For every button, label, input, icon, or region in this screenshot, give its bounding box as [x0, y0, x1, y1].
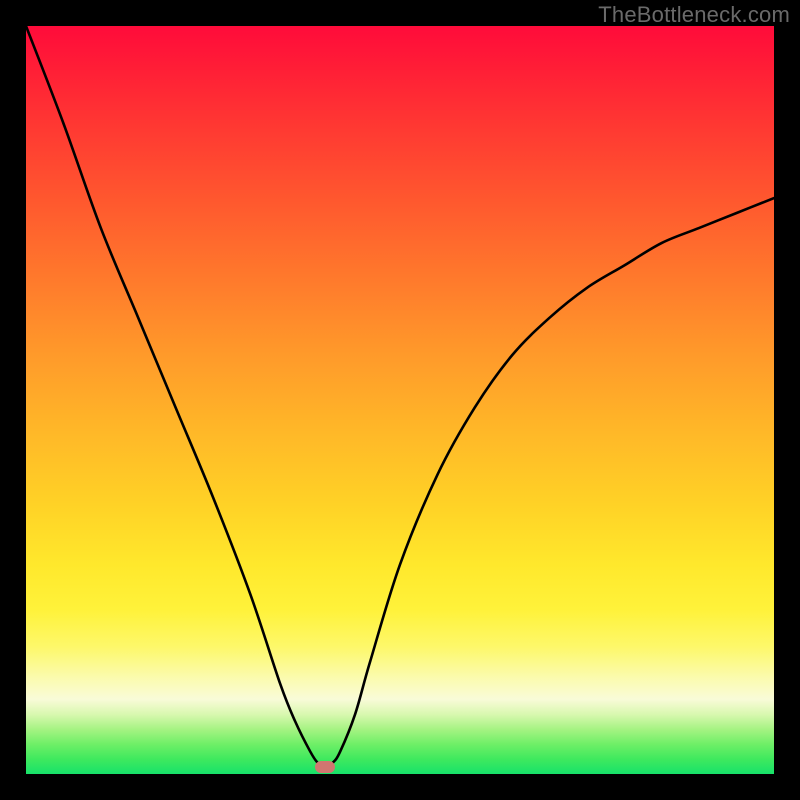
watermark-text: TheBottleneck.com	[598, 2, 790, 28]
plot-area	[26, 26, 774, 774]
curve-svg	[26, 26, 774, 774]
bottleneck-curve	[26, 26, 774, 767]
min-marker	[315, 761, 335, 773]
chart-frame: TheBottleneck.com	[0, 0, 800, 800]
